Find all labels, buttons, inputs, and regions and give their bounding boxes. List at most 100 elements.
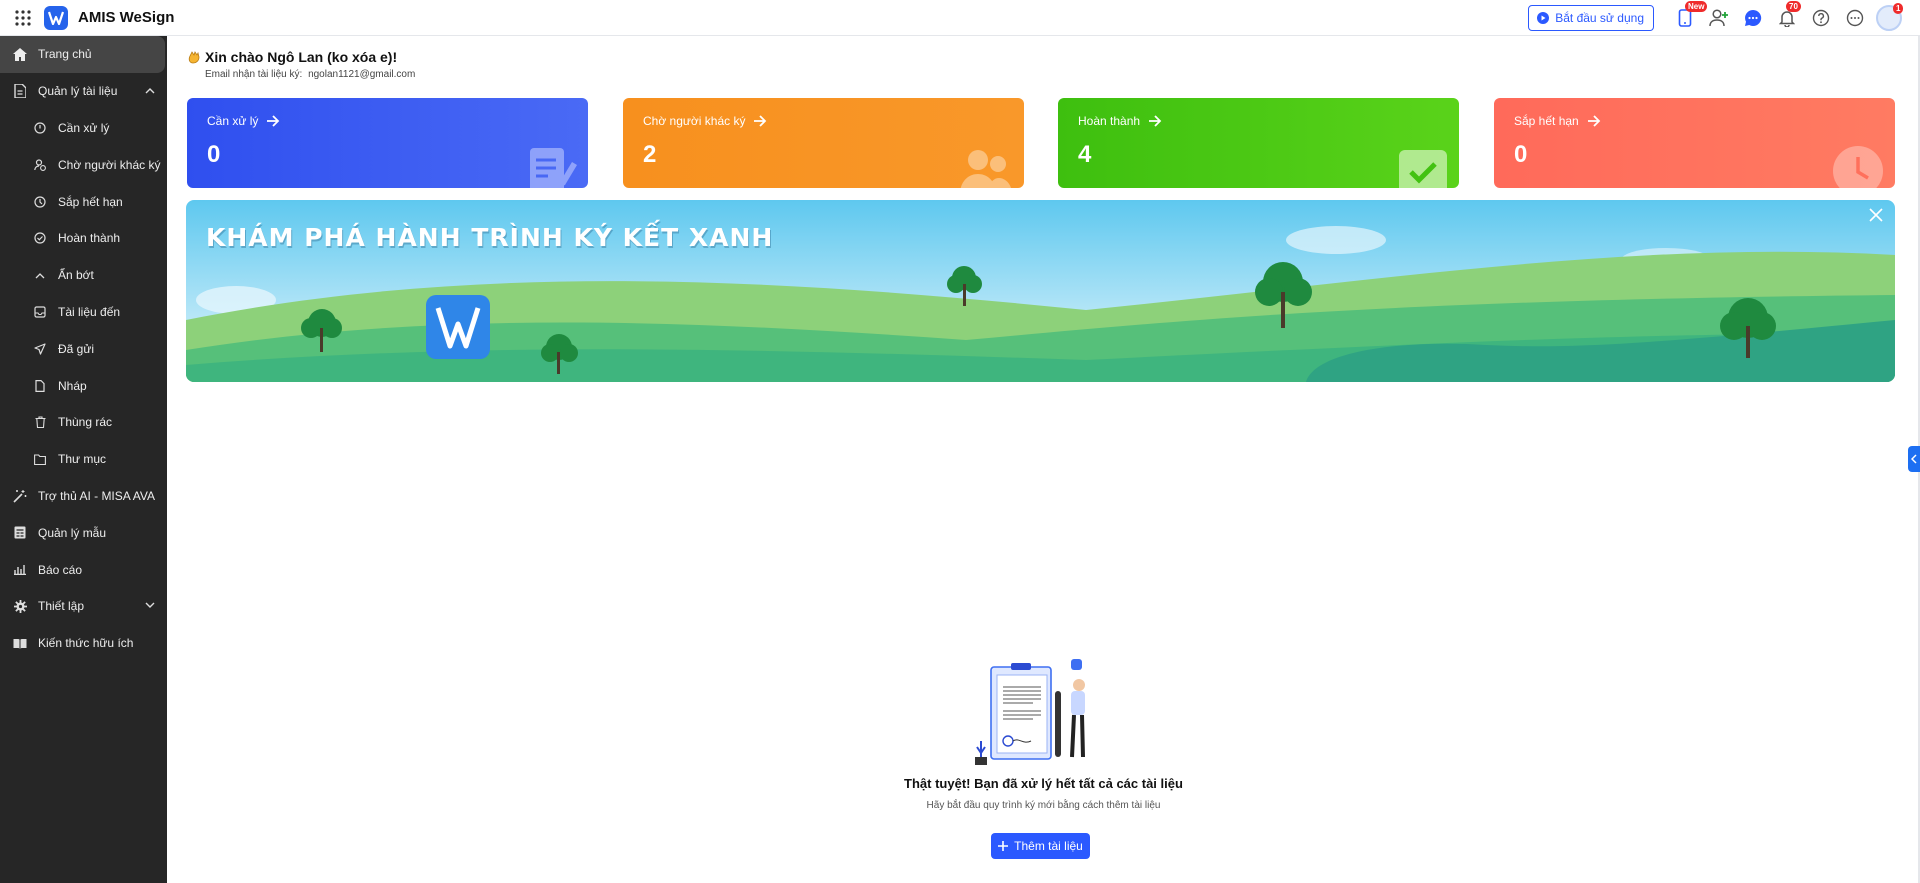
start-using-label: Bắt đầu sử dụng (1555, 11, 1644, 25)
sidebar-item-sent[interactable]: Đã gửi (0, 330, 167, 367)
card-value: 2 (643, 141, 657, 168)
user-avatar-button[interactable]: 1 (1872, 1, 1906, 35)
help-button[interactable] (1804, 1, 1838, 35)
card-waiting-others[interactable]: Chờ người khác ký 2 (623, 98, 1024, 188)
sidebar-item-label: Thư mục (58, 452, 107, 467)
template-icon (12, 525, 28, 541)
check-box-icon (1399, 150, 1447, 188)
sidebar-item-label: Thùng rác (58, 415, 113, 430)
sidebar-item-knowledge[interactable]: Kiến thức hữu ích (0, 625, 167, 662)
sidebar-item-label: Quản lý tài liệu (38, 84, 118, 99)
card-title: Sắp hết hạn (1514, 114, 1579, 128)
file-icon (32, 378, 48, 394)
folder-icon (32, 451, 48, 467)
sidebar-item-drafts[interactable]: Nháp (0, 367, 167, 404)
play-icon (1537, 12, 1550, 24)
avatar-badge: 1 (1893, 3, 1904, 14)
chevron-left-icon (1911, 454, 1917, 464)
chevron-down-icon (145, 602, 155, 608)
sidebar-item-reports[interactable]: Báo cáo (0, 551, 167, 588)
inbox-icon (32, 304, 48, 320)
new-feature-button[interactable]: New (1668, 1, 1708, 35)
wesign-logo-icon[interactable] (44, 5, 68, 30)
sidebar-item-waiting-others[interactable]: Chờ người khác ký (0, 146, 167, 183)
receive-email-line: Email nhận tài liệu ký: ngolan1121@gmail… (205, 69, 415, 80)
card-value: 4 (1078, 141, 1092, 168)
start-using-button[interactable]: Bắt đầu sử dụng (1528, 5, 1654, 31)
add-user-icon (1709, 9, 1728, 27)
sidebar-item-to-process[interactable]: Cần xử lý (0, 110, 167, 147)
sidebar-item-ai-assistant[interactable]: Trợ thủ AI - MISA AVA (0, 478, 167, 515)
sidebar-item-label: Sắp hết hạn (58, 194, 123, 209)
card-title: Hoàn thành (1078, 114, 1141, 128)
arrow-right-icon (1587, 115, 1601, 127)
document-edit-icon (530, 148, 577, 188)
notifications-button[interactable]: 70 (1770, 1, 1804, 35)
help-icon (1812, 9, 1830, 27)
empty-state-subtitle: Hãy bắt đầu quy trình ký mới bằng cách t… (926, 800, 1161, 811)
sidebar-item-completed[interactable]: Hoàn thành (0, 220, 167, 257)
chat-button[interactable] (1736, 1, 1770, 35)
card-title: Cần xử lý (207, 114, 259, 128)
add-user-button[interactable] (1702, 1, 1736, 35)
chat-icon (1745, 9, 1762, 26)
add-document-button[interactable]: Thêm tài liệu (991, 833, 1090, 859)
sidebar-item-label: Kiến thức hữu ích (38, 636, 134, 651)
card-completed[interactable]: Hoàn thành 4 (1058, 98, 1459, 188)
sidebar-item-label: Tài liệu đến (58, 304, 121, 319)
user-wait-icon (32, 157, 48, 173)
email-value: ngolan1121@gmail.com (308, 69, 416, 80)
sidebar-item-settings[interactable]: Thiết lập (0, 588, 167, 625)
chevron-up-icon (145, 87, 155, 94)
app-grid-icon[interactable] (8, 3, 38, 33)
sidebar-item-label: Báo cáo (38, 562, 83, 577)
users-icon (960, 150, 1012, 188)
sidebar-item-trash[interactable]: Thùng rác (0, 404, 167, 441)
sidebar-item-templates[interactable]: Quản lý mẫu (0, 514, 167, 551)
trash-icon (32, 414, 48, 430)
promo-banner[interactable]: KHÁM PHÁ HÀNH TRÌNH KÝ KẾT XANH (186, 200, 1895, 382)
check-circle-icon (32, 230, 48, 246)
bar-chart-icon (12, 562, 28, 578)
banner-title: KHÁM PHÁ HÀNH TRÌNH KÝ KẾT XANH (206, 223, 774, 252)
arrow-right-icon (754, 115, 767, 127)
book-icon (12, 635, 28, 651)
document-icon (12, 83, 28, 99)
waving-hand-icon (188, 51, 200, 64)
greeting-text: Xin chào Ngô Lan (ko xóa e)! (205, 49, 398, 65)
sidebar-item-label: Thiết lập (38, 599, 85, 614)
sidebar-item-show-less[interactable]: Ẩn bớt (0, 257, 167, 294)
more-icon (1846, 9, 1864, 27)
home-icon (12, 46, 28, 62)
email-label: Email nhận tài liệu ký: (205, 69, 303, 80)
chevron-up-icon (32, 267, 48, 283)
clock-icon (1833, 146, 1883, 188)
sidebar-item-document-management[interactable]: Quản lý tài liệu (0, 73, 167, 110)
sidebar-item-label: Trợ thủ AI - MISA AVA (38, 488, 156, 503)
close-icon[interactable] (1869, 208, 1883, 222)
sidebar-item-inbox[interactable]: Tài liệu đến (0, 294, 167, 331)
app-title: AMIS WeSign (78, 9, 175, 26)
card-to-process[interactable]: Cần xử lý 0 (187, 98, 588, 188)
sidebar-item-expiring[interactable]: Sắp hết hạn (0, 183, 167, 220)
plus-icon (998, 841, 1009, 851)
sidebar-item-home[interactable]: Trang chủ (0, 36, 165, 73)
side-panel-toggle[interactable] (1908, 446, 1920, 472)
sidebar-item-label: Chờ người khác ký (58, 157, 161, 172)
card-expiring[interactable]: Sắp hết hạn 0 (1494, 98, 1895, 188)
empty-state-title: Thật tuyệt! Bạn đã xử lý hết tất cả các … (904, 776, 1183, 791)
card-title: Chờ người khác ký (643, 114, 746, 128)
gear-icon (12, 598, 28, 614)
more-button[interactable] (1838, 1, 1872, 35)
notification-count-badge: 70 (1786, 1, 1801, 12)
sidebar-item-folders[interactable]: Thư mục (0, 441, 167, 478)
arrow-right-icon (267, 115, 280, 127)
top-header: AMIS WeSign Bắt đầu sử dụng New 70 1 (0, 0, 1920, 36)
sidebar-item-label: Hoàn thành (58, 231, 121, 246)
sidebar-item-label: Cần xử lý (58, 120, 110, 135)
add-document-label: Thêm tài liệu (1014, 839, 1083, 853)
main-content: Xin chào Ngô Lan (ko xóa e)! Email nhận … (167, 36, 1920, 883)
sidebar: Trang chủ Quản lý tài liệu Cần xử lý Chờ… (0, 36, 167, 883)
arrow-right-icon (1149, 115, 1162, 127)
sidebar-item-label: Quản lý mẫu (38, 525, 107, 540)
